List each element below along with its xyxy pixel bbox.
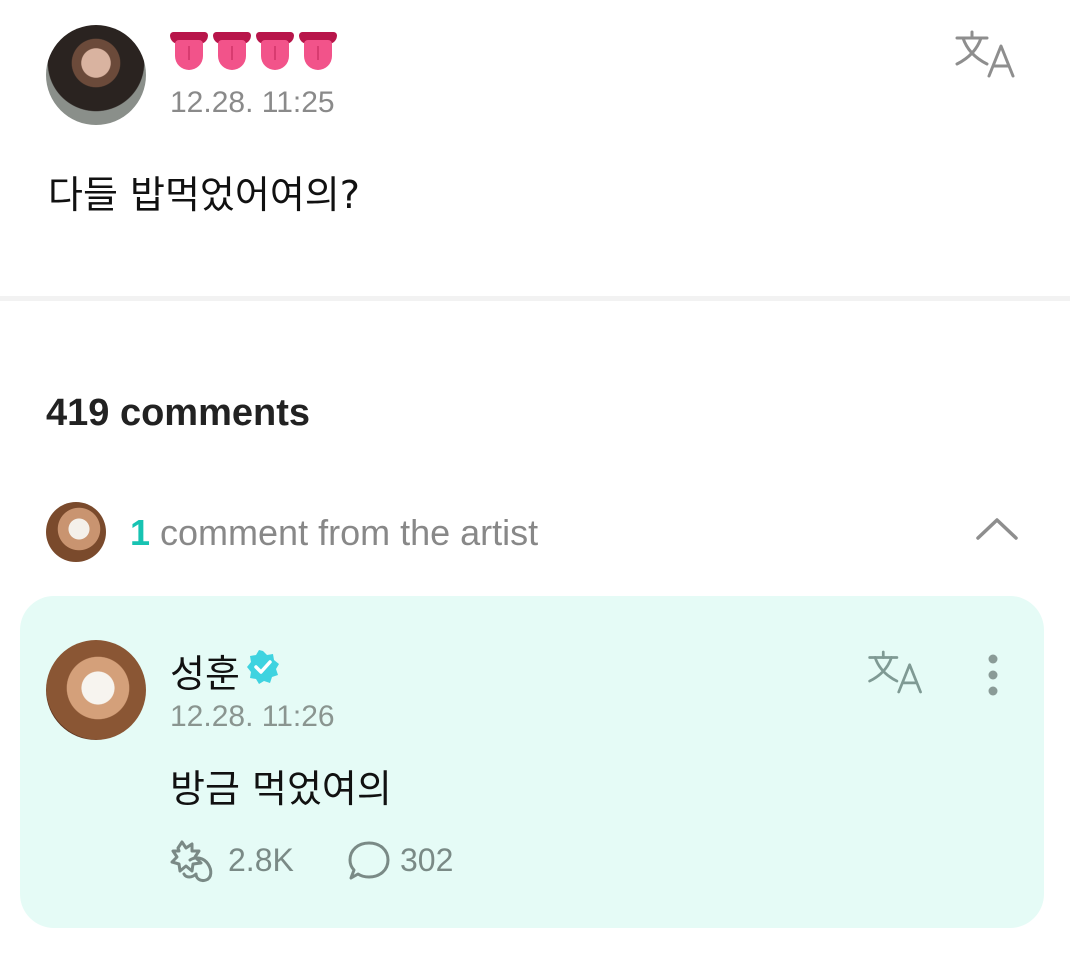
tongue-emoji (213, 32, 251, 72)
tongue-emoji (256, 32, 294, 72)
tongue-emoji (170, 32, 208, 72)
artist-comment-label: comment from the artist (150, 512, 539, 553)
artist-avatar-small (46, 502, 106, 562)
comment-timestamp: 12.28. 11:26 (170, 700, 335, 733)
artist-avatar[interactable] (46, 640, 146, 740)
section-divider (0, 296, 1070, 301)
like-count: 2.8K (228, 842, 294, 878)
reply-icon[interactable] (346, 838, 392, 884)
reply-count: 302 (400, 842, 454, 878)
chevron-up-icon[interactable] (972, 508, 1022, 548)
comments-count-heading: 419 comments (46, 392, 311, 434)
comment-body-text: 방금 먹었여의 (170, 767, 392, 811)
artist-comments-toggle[interactable]: 1 comment from the artist (130, 512, 538, 554)
artist-comment-count: 1 (130, 512, 151, 553)
more-options-icon[interactable] (978, 650, 1008, 700)
like-icon[interactable] (170, 838, 218, 884)
artist-name[interactable]: 성훈 (170, 643, 240, 698)
translate-icon[interactable] (953, 28, 1019, 80)
post-author-name[interactable] (170, 32, 337, 72)
translate-icon[interactable] (866, 648, 926, 696)
post-timestamp: 12.28. 11:25 (170, 86, 335, 119)
tongue-emoji (299, 32, 337, 72)
post-author-avatar[interactable] (46, 25, 146, 125)
verified-badge-icon (246, 650, 280, 684)
post-body-text: 다들 밥먹었어여의? (48, 173, 360, 217)
